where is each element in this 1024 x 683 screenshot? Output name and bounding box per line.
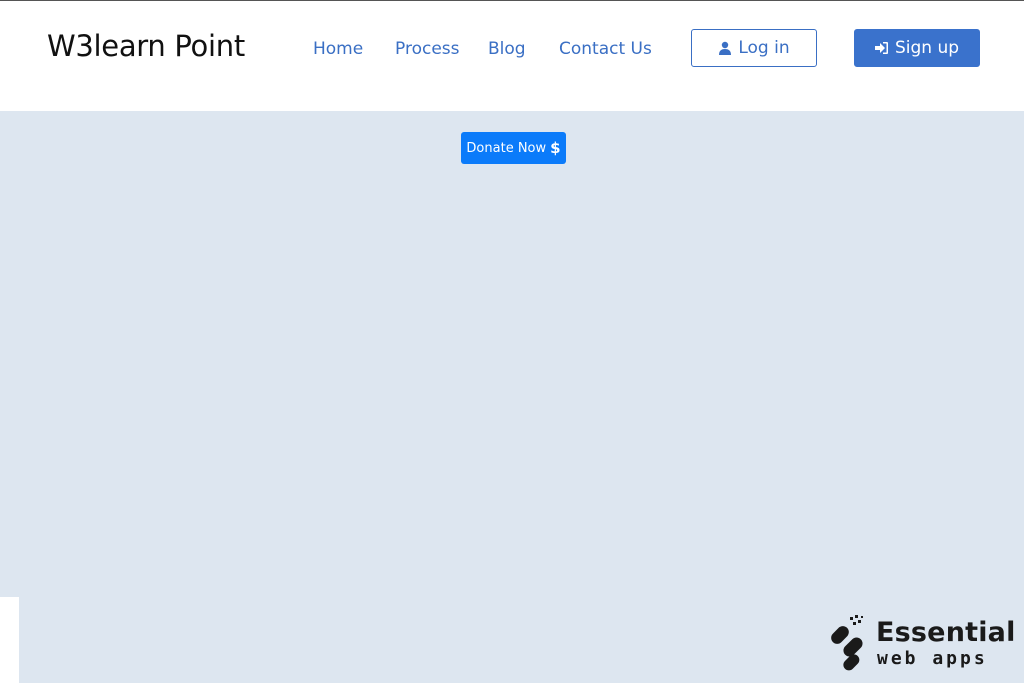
user-icon [719,41,732,55]
login-label: Log in [738,38,790,58]
nav-home[interactable]: Home [313,39,363,59]
login-button[interactable]: Log in [691,29,817,67]
sign-in-icon [874,42,888,54]
donate-button[interactable]: Donate Now $ [461,132,566,164]
watermark-subtitle: web apps [877,648,988,669]
watermark: Essential web apps [828,613,1015,673]
signup-button[interactable]: Sign up [854,29,980,67]
nav-process[interactable]: Process [395,39,460,59]
nav-blog[interactable]: Blog [488,39,526,59]
footer-edge [0,597,19,683]
page: W3learn Point Home Process Blog Contact … [0,0,1024,683]
watermark-title: Essential [876,617,1016,648]
navbar: W3learn Point Home Process Blog Contact … [0,1,1024,111]
donate-label: Donate Now [466,140,547,156]
brand-logo[interactable]: W3learn Point [47,29,245,63]
dollar-icon: $ [550,139,561,157]
essential-web-apps-logo-icon [831,615,863,671]
signup-label: Sign up [894,38,960,58]
nav-contact-us[interactable]: Contact Us [559,39,652,59]
